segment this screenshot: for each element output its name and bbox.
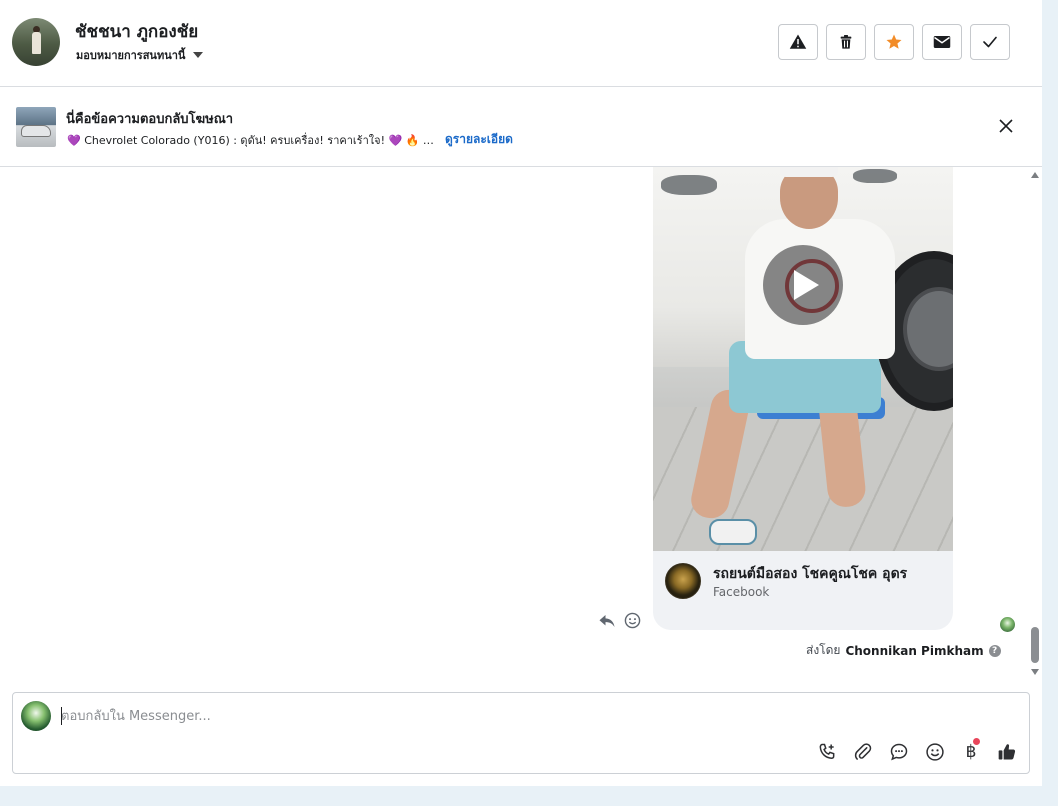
sent-by-line: ส่งโดย Chonnikan Pimkham ? bbox=[806, 641, 1001, 660]
page-name: รถยนต์มือสอง โชคคูณโชค อุดร bbox=[713, 566, 908, 582]
scroll-thumb[interactable] bbox=[1031, 627, 1039, 663]
ad-banner-title: นี่คือข้อความตอบกลับโฆษณา bbox=[66, 112, 234, 127]
reply-button[interactable] bbox=[598, 613, 616, 629]
baht-payment-icon: ฿ bbox=[965, 742, 977, 762]
emoji-icon bbox=[926, 743, 944, 761]
close-banner-button[interactable] bbox=[994, 114, 1018, 138]
help-icon[interactable]: ? bbox=[988, 644, 1001, 657]
ad-description: 💜 Chevrolet Colorado (Y016) : ดุดัน! ครบ… bbox=[67, 133, 437, 147]
scroll-down-arrow-icon[interactable] bbox=[1031, 669, 1039, 675]
avatar-figure bbox=[32, 32, 41, 54]
mark-unread-button[interactable] bbox=[922, 24, 962, 60]
warning-triangle-icon bbox=[789, 34, 807, 49]
page-avatar bbox=[665, 563, 701, 599]
view-details-link[interactable]: ดูรายละเอียด bbox=[445, 130, 513, 149]
shared-page-info[interactable]: รถยนต์มือสอง โชคคูณโชค อุดร Facebook bbox=[653, 551, 953, 630]
like-button[interactable] bbox=[995, 740, 1019, 764]
text-cursor bbox=[61, 707, 62, 725]
message-composer: ฿ bbox=[12, 692, 1030, 774]
message-thread: รถยนต์มือสอง โชคคูณโชค อุดร Facebook ส่ง… bbox=[0, 167, 1028, 687]
smiley-icon bbox=[624, 612, 641, 629]
contact-avatar[interactable] bbox=[12, 18, 60, 66]
trash-icon bbox=[840, 35, 852, 49]
thumbs-up-icon bbox=[998, 744, 1016, 760]
star-icon bbox=[886, 34, 902, 49]
video-rim bbox=[903, 287, 953, 371]
conversation-header: ชัชชนา ภูกองชัย มอบหมายการสนทนานี้ bbox=[0, 0, 1042, 87]
sender-name: Chonnikan Pimkham bbox=[845, 643, 984, 658]
video-detail bbox=[853, 169, 897, 183]
page-source: Facebook bbox=[713, 585, 770, 599]
close-icon bbox=[999, 119, 1013, 133]
ad-reply-banner: นี่คือข้อความตอบกลับโฆษณา 💜 Chevrolet Co… bbox=[0, 87, 1042, 167]
sent-by-prefix: ส่งโดย bbox=[806, 643, 841, 657]
car-thumbnail[interactable] bbox=[16, 107, 56, 147]
paperclip-icon bbox=[854, 743, 872, 760]
mark-done-button[interactable] bbox=[970, 24, 1010, 60]
conversation-panel: ชัชชนา ภูกองชัย มอบหมายการสนทนานี้ นี่คื… bbox=[0, 0, 1042, 786]
delete-button[interactable] bbox=[826, 24, 866, 60]
checkmark-icon bbox=[983, 36, 997, 48]
notification-dot bbox=[973, 738, 980, 745]
video-person-shoe bbox=[709, 519, 757, 545]
saved-reply-icon bbox=[890, 743, 908, 761]
react-button[interactable] bbox=[624, 612, 641, 629]
contact-name[interactable]: ชัชชนา ภูกองชัย bbox=[75, 18, 198, 45]
envelope-icon bbox=[933, 36, 951, 48]
report-spam-button[interactable] bbox=[778, 24, 818, 60]
attach-button[interactable] bbox=[851, 740, 875, 764]
shared-video-message[interactable]: รถยนต์มือสอง โชคคูณโชค อุดร Facebook bbox=[653, 167, 953, 630]
message-actions bbox=[598, 612, 641, 629]
call-add-icon bbox=[819, 743, 835, 760]
play-icon bbox=[793, 270, 819, 300]
assign-label: มอบหมายการสนทนานี้ bbox=[76, 49, 186, 62]
video-person-cap bbox=[780, 167, 838, 177]
ad-banner-subtitle: 💜 Chevrolet Colorado (Y016) : ดุดัน! ครบ… bbox=[67, 130, 513, 149]
page-avatar-small bbox=[21, 701, 51, 731]
call-button[interactable] bbox=[815, 740, 839, 764]
car-shape bbox=[21, 125, 51, 137]
caret-down-icon bbox=[193, 52, 204, 58]
video-detail bbox=[661, 175, 717, 195]
play-button[interactable] bbox=[763, 245, 843, 325]
emoji-button[interactable] bbox=[923, 740, 947, 764]
scroll-up-arrow-icon[interactable] bbox=[1031, 172, 1039, 178]
reply-input[interactable] bbox=[61, 705, 961, 727]
thread-scrollbar[interactable] bbox=[1028, 167, 1042, 687]
sender-avatar bbox=[1000, 617, 1015, 632]
payment-button[interactable]: ฿ bbox=[959, 738, 983, 764]
reply-arrow-icon bbox=[599, 614, 615, 627]
video-thumbnail[interactable] bbox=[653, 167, 953, 551]
assign-conversation-dropdown[interactable]: มอบหมายการสนทนานี้ bbox=[76, 46, 204, 64]
saved-replies-button[interactable] bbox=[887, 740, 911, 764]
star-button[interactable] bbox=[874, 24, 914, 60]
